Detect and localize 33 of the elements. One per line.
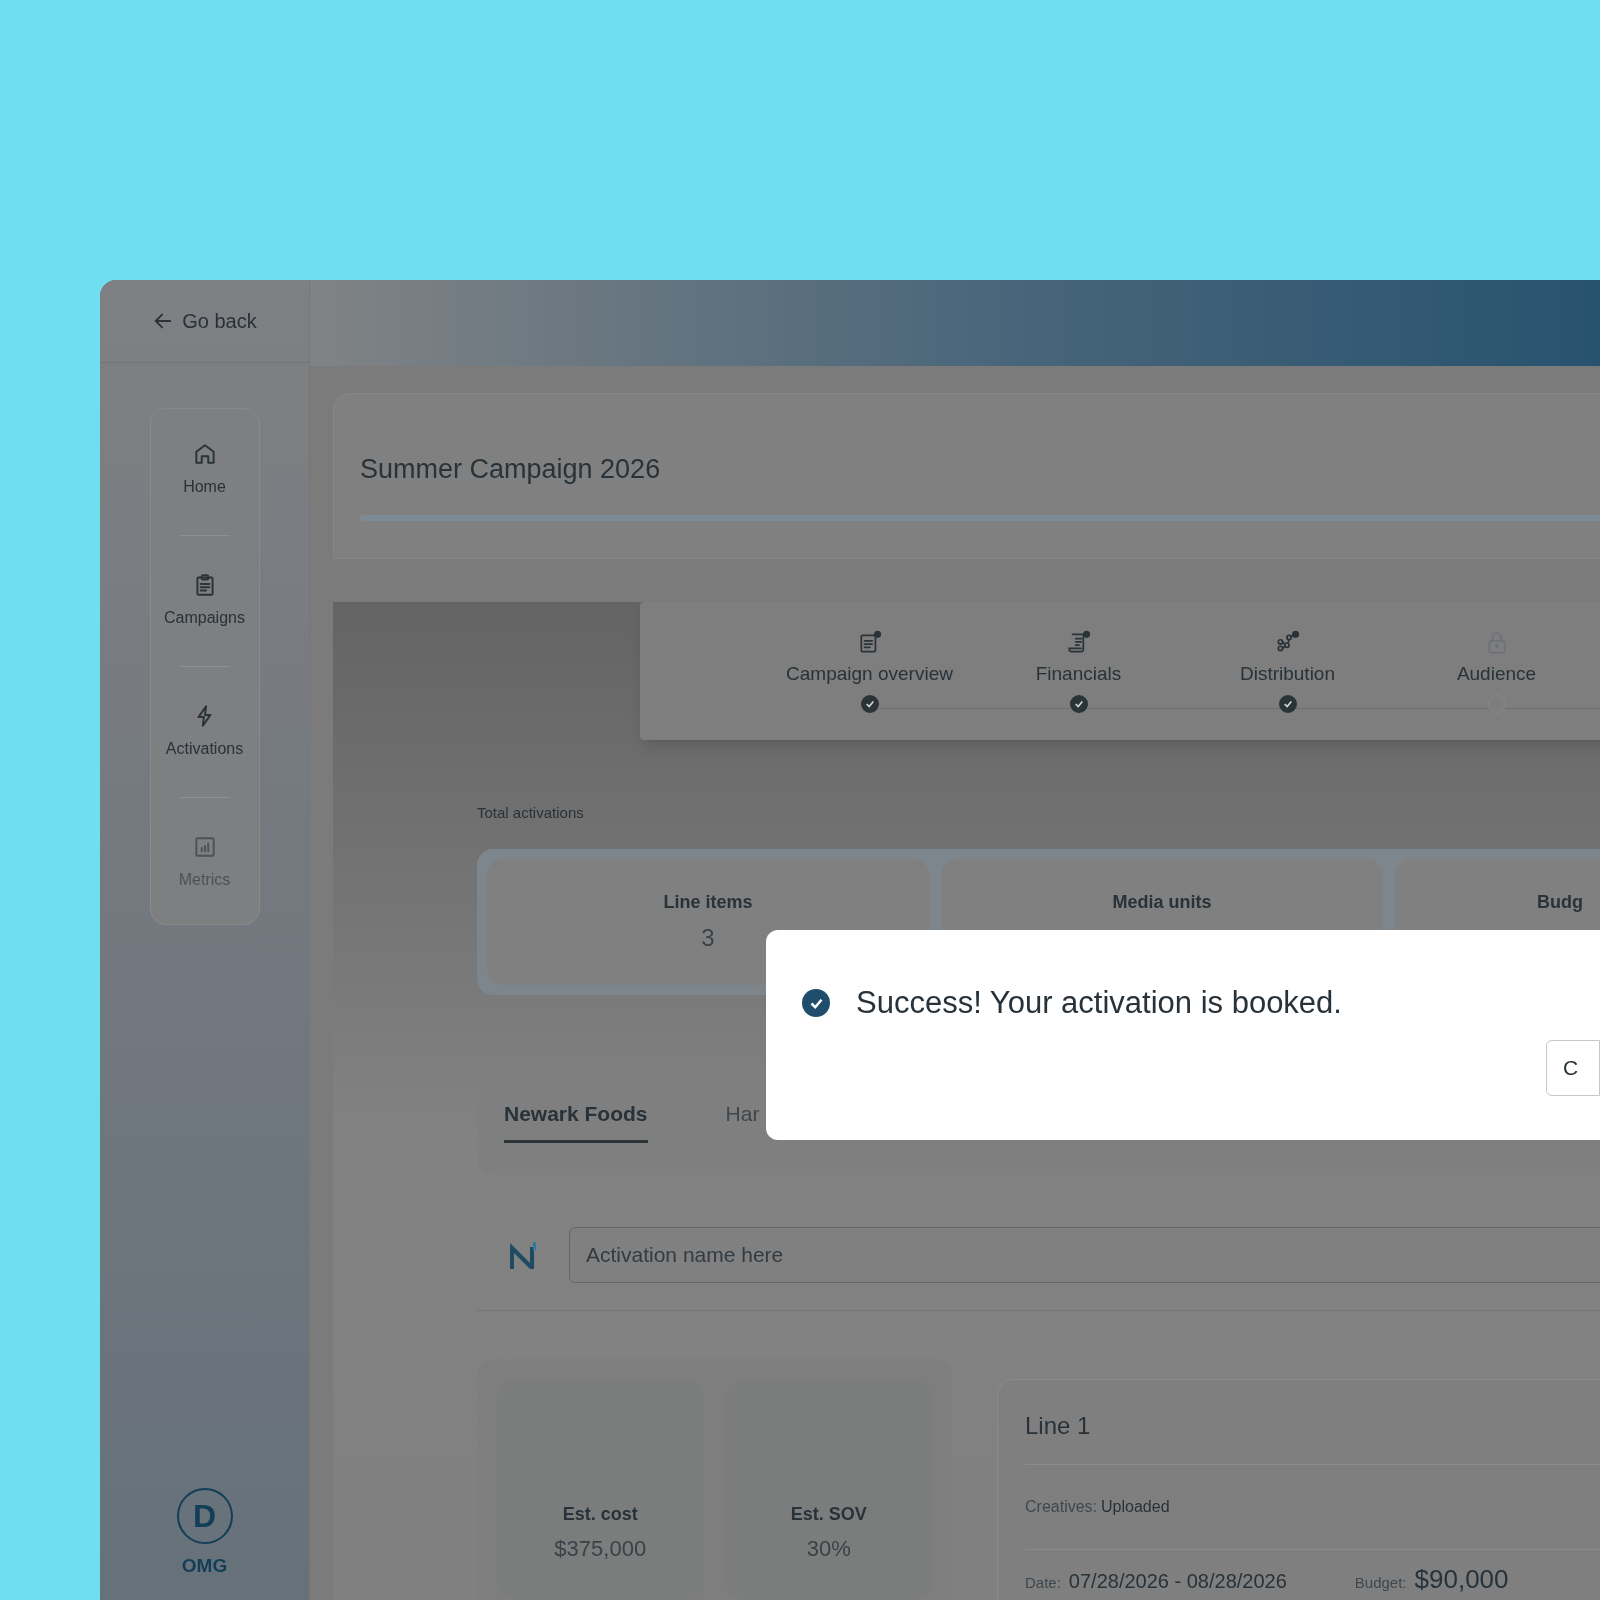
date-label: Date: bbox=[1025, 1572, 1061, 1593]
stat-label: Budg bbox=[1537, 890, 1583, 914]
step-label[interactable]: Campaign overview bbox=[786, 660, 953, 689]
estimate-label: Est. SOV bbox=[790, 1502, 867, 1526]
success-message: Success! Your activation is booked. bbox=[856, 984, 1342, 1022]
creatives-value: Uploaded bbox=[1101, 1496, 1170, 1517]
totals-heading: Total activations bbox=[477, 803, 585, 823]
creatives-label: Creatives: bbox=[1025, 1496, 1098, 1517]
nav-item[interactable]: Home bbox=[183, 441, 226, 499]
campaign-title: Summer Campaign 2026 bbox=[360, 453, 662, 486]
step-label[interactable]: Distribution bbox=[1239, 660, 1335, 689]
nav-item[interactable]: Campaigns bbox=[164, 572, 245, 630]
tab[interactable]: Newark Foods bbox=[504, 1098, 648, 1143]
step-label[interactable]: Financials bbox=[1035, 660, 1122, 689]
estimate-value: $375,000 bbox=[554, 1534, 647, 1563]
nav-item[interactable]: Activations bbox=[165, 703, 244, 761]
dialog-button[interactable]: C bbox=[1546, 1040, 1600, 1096]
estimate-label: Est. cost bbox=[562, 1502, 638, 1526]
receipt-icon bbox=[1065, 630, 1092, 656]
brand-name: OMG bbox=[181, 1553, 228, 1578]
stat-label: Line items bbox=[663, 890, 753, 914]
budget-value: $90,000 bbox=[1414, 1562, 1509, 1596]
estimate-value: 30% bbox=[806, 1534, 851, 1563]
brand-logo: D bbox=[176, 1487, 233, 1544]
step-label[interactable]: Audience bbox=[1456, 660, 1537, 689]
go-back-link[interactable]: Go back bbox=[152, 306, 257, 336]
activation-name-field[interactable]: Activation name here bbox=[569, 1226, 1600, 1283]
tab[interactable]: Har bbox=[725, 1098, 760, 1143]
stat-label: Media units bbox=[1112, 890, 1212, 914]
budget-label: Budget: bbox=[1354, 1572, 1407, 1593]
date-value: 07/28/2026 - 08/28/2026 bbox=[1068, 1568, 1287, 1594]
line-title: Line 1 bbox=[1025, 1410, 1092, 1441]
stat-value: 3 bbox=[701, 922, 715, 953]
